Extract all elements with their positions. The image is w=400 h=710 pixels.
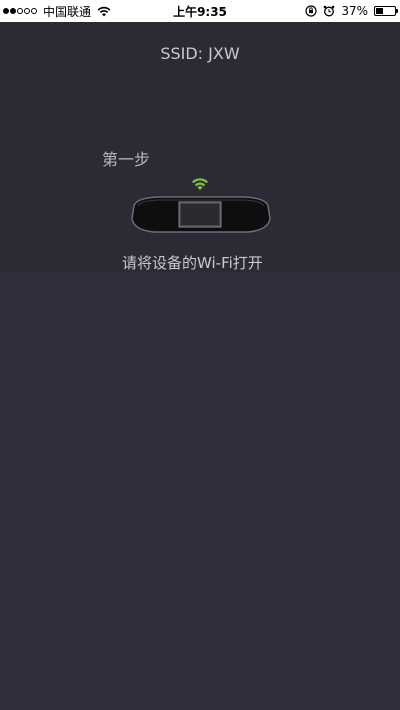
step-title: 第一步 — [102, 150, 151, 169]
screen: 中国联通 上午9:35 37% SSID: JXW 第一步 请将设备的Wi-Fi… — [0, 0, 400, 710]
lower-panel — [0, 256, 400, 710]
alarm-icon — [324, 5, 335, 17]
battery-icon — [374, 6, 398, 16]
step-instruction: 请将设备的Wi-Fi打开 — [122, 254, 263, 270]
battery-level-fill — [376, 8, 383, 14]
rearview-mirror-device-icon — [131, 178, 271, 233]
status-right: 37% — [305, 3, 398, 19]
rotation-lock-icon — [305, 5, 317, 17]
wifi-signal-icon — [192, 178, 208, 190]
ssid-label: SSID: JXW — [160, 44, 240, 63]
battery-percent: 37% — [341, 4, 368, 18]
status-bar: 中国联通 上午9:35 37% — [0, 0, 400, 22]
